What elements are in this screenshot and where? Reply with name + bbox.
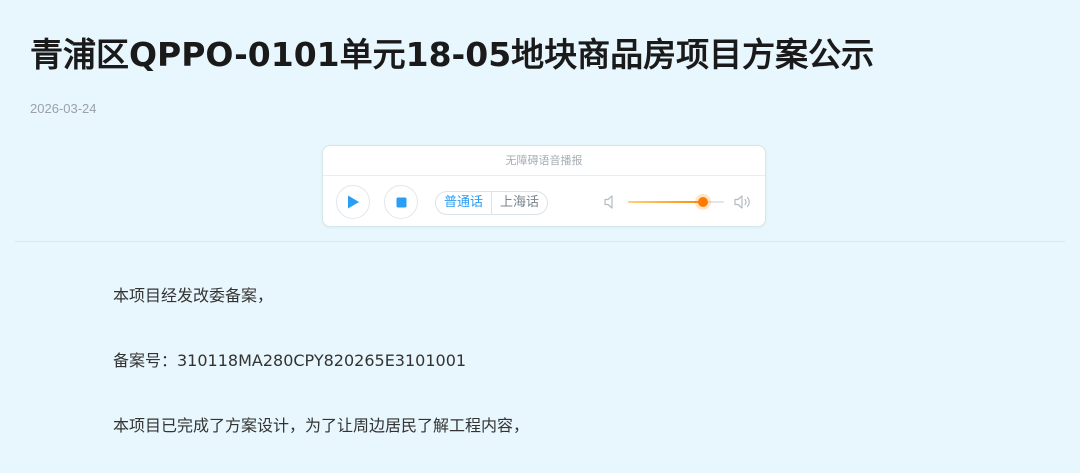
audio-player-header: 无障碍语音播报 bbox=[323, 146, 765, 176]
paragraph: 备案号：310118MA280CPY820265E3101001 bbox=[113, 351, 467, 370]
paragraph: 本项目经发改委备案， bbox=[113, 286, 274, 305]
volume-slider-knob[interactable] bbox=[697, 197, 708, 207]
stop-icon bbox=[396, 197, 406, 207]
audio-player-controls: 普通话 上海话 bbox=[323, 176, 765, 228]
language-option-mandarin[interactable]: 普通话 bbox=[436, 192, 493, 214]
play-button[interactable] bbox=[336, 185, 370, 219]
stop-button[interactable] bbox=[384, 185, 418, 219]
language-option-shanghainese[interactable]: 上海话 bbox=[492, 192, 547, 214]
volume-low-icon bbox=[603, 194, 617, 214]
play-icon bbox=[348, 195, 359, 209]
section-divider bbox=[15, 241, 1065, 242]
audio-player: 无障碍语音播报 普通话 上海话 bbox=[322, 145, 766, 227]
language-toggle: 普通话 上海话 bbox=[435, 191, 549, 215]
article-body: 本项目经发改委备案， 备案号：310118MA280CPY820265E3101… bbox=[113, 278, 1013, 473]
volume-slider[interactable] bbox=[628, 197, 724, 207]
volume-slider-fill bbox=[628, 201, 703, 203]
paragraph: 本项目已完成了方案设计，为了让周边居民了解工程内容， bbox=[113, 416, 530, 435]
page-title: 青浦区QPPO-0101单元18-05地块商品房项目方案公示 bbox=[30, 35, 875, 74]
publish-date: 2026-03-24 bbox=[30, 101, 97, 116]
volume-high-icon bbox=[733, 193, 753, 215]
